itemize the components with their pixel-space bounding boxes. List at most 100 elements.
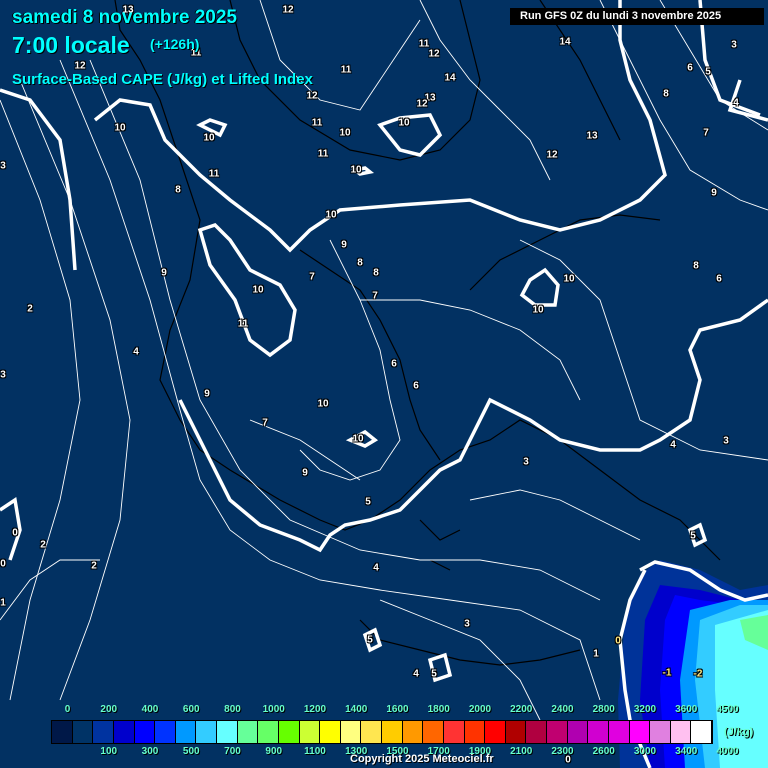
colorbar-swatch xyxy=(547,721,568,743)
legend-tick: 500 xyxy=(182,746,200,757)
contour-label: 11 xyxy=(208,168,220,180)
colorbar-swatch xyxy=(567,721,589,743)
contour-label: 10 xyxy=(350,164,362,176)
forecast-date: samedi 8 novembre 2025 xyxy=(12,7,237,28)
contour-label: 6 xyxy=(391,358,397,370)
colorbar-swatch xyxy=(113,721,135,743)
legend-tick: 3000 xyxy=(633,746,657,757)
contour-label: 12 xyxy=(282,4,294,16)
legend-tick: 3400 xyxy=(675,746,698,757)
contour-label: 10 xyxy=(532,304,544,316)
contour-label: 8 xyxy=(357,257,363,269)
forecast-time: 7:00 locale xyxy=(12,32,130,58)
contour-label: 3 xyxy=(523,456,529,468)
contour-label: 7 xyxy=(262,417,268,429)
legend-tick: 3600 xyxy=(675,704,698,715)
legend-tick: 100 xyxy=(100,746,118,757)
legend-tick: 4000 xyxy=(716,746,739,757)
colorbar-swatch xyxy=(217,721,238,743)
colorbar-swatch xyxy=(629,721,651,743)
legend-tick: 600 xyxy=(182,704,200,715)
contour-label: 5 xyxy=(365,496,371,508)
contour-label: 10 xyxy=(252,284,264,296)
contour-label: 3 xyxy=(0,160,6,172)
contour-label: 8 xyxy=(693,260,699,272)
contour-label: 6 xyxy=(413,380,419,392)
contour-label: 11 xyxy=(317,148,329,160)
contour-label: 0 xyxy=(12,527,18,539)
forecast-lead: (+126h) xyxy=(150,36,200,52)
colorbar-swatch xyxy=(258,721,279,743)
colorbar-swatch xyxy=(691,721,712,743)
legend-tick: 2600 xyxy=(592,746,615,757)
legend-tick: 700 xyxy=(224,746,241,757)
contour-label: 11 xyxy=(311,117,323,129)
legend-tick: 2100 xyxy=(510,746,533,757)
legend-tick: 1200 xyxy=(303,704,327,715)
contour-label: 9 xyxy=(341,239,347,251)
colorbar-swatch xyxy=(196,721,217,743)
contour-label: 5 xyxy=(690,530,696,542)
contour-label: 7 xyxy=(703,127,709,139)
contour-label: 2 xyxy=(91,560,97,572)
contour-label: 0 xyxy=(615,635,621,647)
contour-label: 4 xyxy=(670,439,676,451)
contour-label: 12 xyxy=(74,60,86,72)
legend-tick: 2400 xyxy=(551,704,574,715)
contour-label: 3 xyxy=(464,618,470,630)
contour-label: -1 xyxy=(662,667,672,679)
colorbar-swatch xyxy=(72,721,94,743)
colorbar-swatch xyxy=(464,721,486,743)
colorbar-swatch xyxy=(423,721,444,743)
contour-label: 10 xyxy=(398,117,410,129)
colorbar-swatch xyxy=(670,721,692,743)
contour-label: 2 xyxy=(40,539,46,551)
legend-tick: 800 xyxy=(224,704,241,715)
legend-tick: 200 xyxy=(100,704,118,715)
contour-label: 0 xyxy=(0,558,6,570)
colorbar-swatch xyxy=(361,721,382,743)
contour-label: 13 xyxy=(586,130,598,142)
colorbar-swatch xyxy=(237,721,259,743)
contour-label: 10 xyxy=(339,127,351,139)
contour-label: 5 xyxy=(431,668,437,680)
contour-label: 10 xyxy=(317,398,329,410)
run-info: Run GFS 0Z du lundi 3 novembre 2025 xyxy=(510,8,764,25)
colorbar-swatch xyxy=(443,721,465,743)
contour-label: 12 xyxy=(416,98,428,110)
legend-tick: 2300 xyxy=(551,746,574,757)
contour-label: 2 xyxy=(27,303,33,315)
contour-label: 1 xyxy=(0,597,6,609)
contour-label: 8 xyxy=(663,88,669,100)
contour-label: 5 xyxy=(367,634,373,646)
contour-label: -2 xyxy=(693,668,703,680)
colorbar-swatch xyxy=(134,721,156,743)
contour-label: 12 xyxy=(428,48,440,60)
colorbar-swatch xyxy=(485,721,506,743)
contour-label: 9 xyxy=(711,187,717,199)
contour-label: 10 xyxy=(352,433,364,445)
legend-tick: 1000 xyxy=(262,704,285,715)
cape-colorbar xyxy=(51,720,713,744)
contour-label: 4 xyxy=(133,346,139,358)
contour-label: 9 xyxy=(161,267,167,279)
colorbar-swatch xyxy=(505,721,527,743)
contour-label: 11 xyxy=(340,64,352,76)
legend-tick: 2200 xyxy=(510,704,533,715)
contour-label: 4 xyxy=(413,668,419,680)
contour-label: 6 xyxy=(687,62,693,74)
contour-label: 10 xyxy=(203,132,215,144)
contour-label: 10 xyxy=(563,273,575,285)
legend-tick: 3200 xyxy=(633,704,657,715)
contour-label: 5 xyxy=(705,66,711,78)
legend-tick: 1400 xyxy=(345,704,368,715)
contour-label: 9 xyxy=(302,467,308,479)
legend-unit: (J/kg) xyxy=(724,726,754,738)
contour-label: 3 xyxy=(731,39,737,51)
parameter-title: Surface-Based CAPE (J/kg) et Lifted Inde… xyxy=(12,71,313,88)
contour-label: 6 xyxy=(716,273,722,285)
contour-label: 8 xyxy=(175,184,181,196)
legend-tick: 300 xyxy=(141,746,159,757)
colorbar-swatch xyxy=(526,721,547,743)
legend-tick: 0 xyxy=(64,704,71,715)
